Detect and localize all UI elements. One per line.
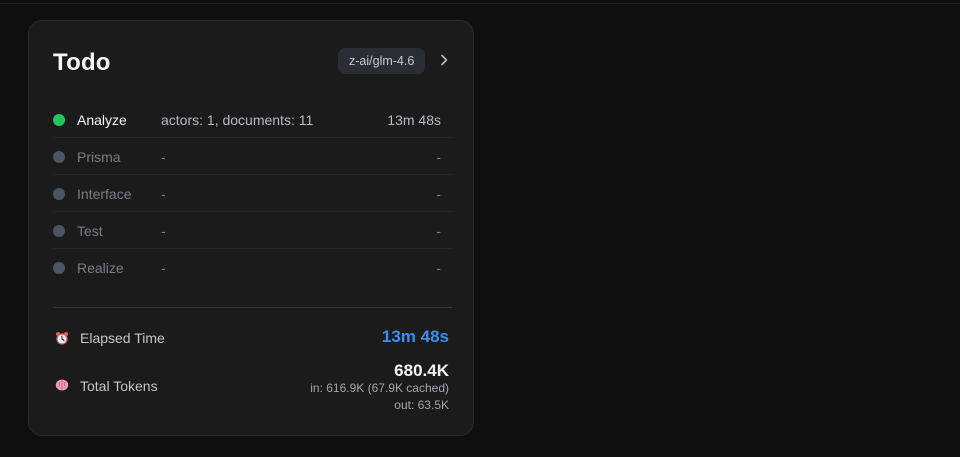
section-divider <box>53 307 452 308</box>
elapsed-time-label: Elapsed Time <box>80 330 165 346</box>
step-name: Interface <box>77 186 132 202</box>
step-row-interface: Interface - - <box>53 175 453 212</box>
model-badge[interactable]: z-ai/glm-4.6 <box>338 48 426 74</box>
brain-icon <box>55 379 69 391</box>
total-tokens-value: 680.4K <box>394 361 449 380</box>
step-detail: actors: 1, documents: 11 <box>161 112 314 128</box>
step-name: Test <box>77 223 103 239</box>
alarm-clock-icon <box>56 332 68 345</box>
step-detail: - <box>161 260 166 276</box>
panel-title: Todo <box>53 49 111 76</box>
step-detail: - <box>161 149 166 165</box>
step-time: - <box>436 223 441 239</box>
step-row-analyze: Analyze actors: 1, documents: 11 13m 48s <box>53 101 453 138</box>
step-time: - <box>436 149 441 165</box>
step-row-prisma: Prisma - - <box>53 138 453 175</box>
elapsed-time-value: 13m 48s <box>381 327 449 346</box>
step-detail: - <box>161 223 166 239</box>
step-detail: - <box>161 186 166 202</box>
step-name: Analyze <box>77 112 127 128</box>
step-name: Realize <box>77 260 124 276</box>
status-dot-active <box>53 114 65 126</box>
todo-panel: Todo z-ai/glm-4.6 Analyze actors: 1, doc… <box>28 20 474 436</box>
step-row-realize: Realize - - <box>53 249 453 285</box>
tokens-out-detail: out: 63.5K <box>394 398 449 412</box>
status-dot-pending <box>53 225 65 237</box>
tokens-in-detail: in: 616.9K (67.9K cached) <box>310 381 449 395</box>
window-top-border <box>0 3 960 4</box>
step-row-test: Test - - <box>53 212 453 249</box>
step-name: Prisma <box>77 149 121 165</box>
chevron-right-icon[interactable] <box>437 53 451 67</box>
step-time: 13m 48s <box>387 112 441 128</box>
step-time: - <box>436 186 441 202</box>
step-time: - <box>436 260 441 276</box>
status-dot-pending <box>53 188 65 200</box>
total-tokens-label: Total Tokens <box>80 378 158 394</box>
status-dot-pending <box>53 262 65 274</box>
status-dot-pending <box>53 151 65 163</box>
step-list: Analyze actors: 1, documents: 11 13m 48s… <box>53 101 453 285</box>
